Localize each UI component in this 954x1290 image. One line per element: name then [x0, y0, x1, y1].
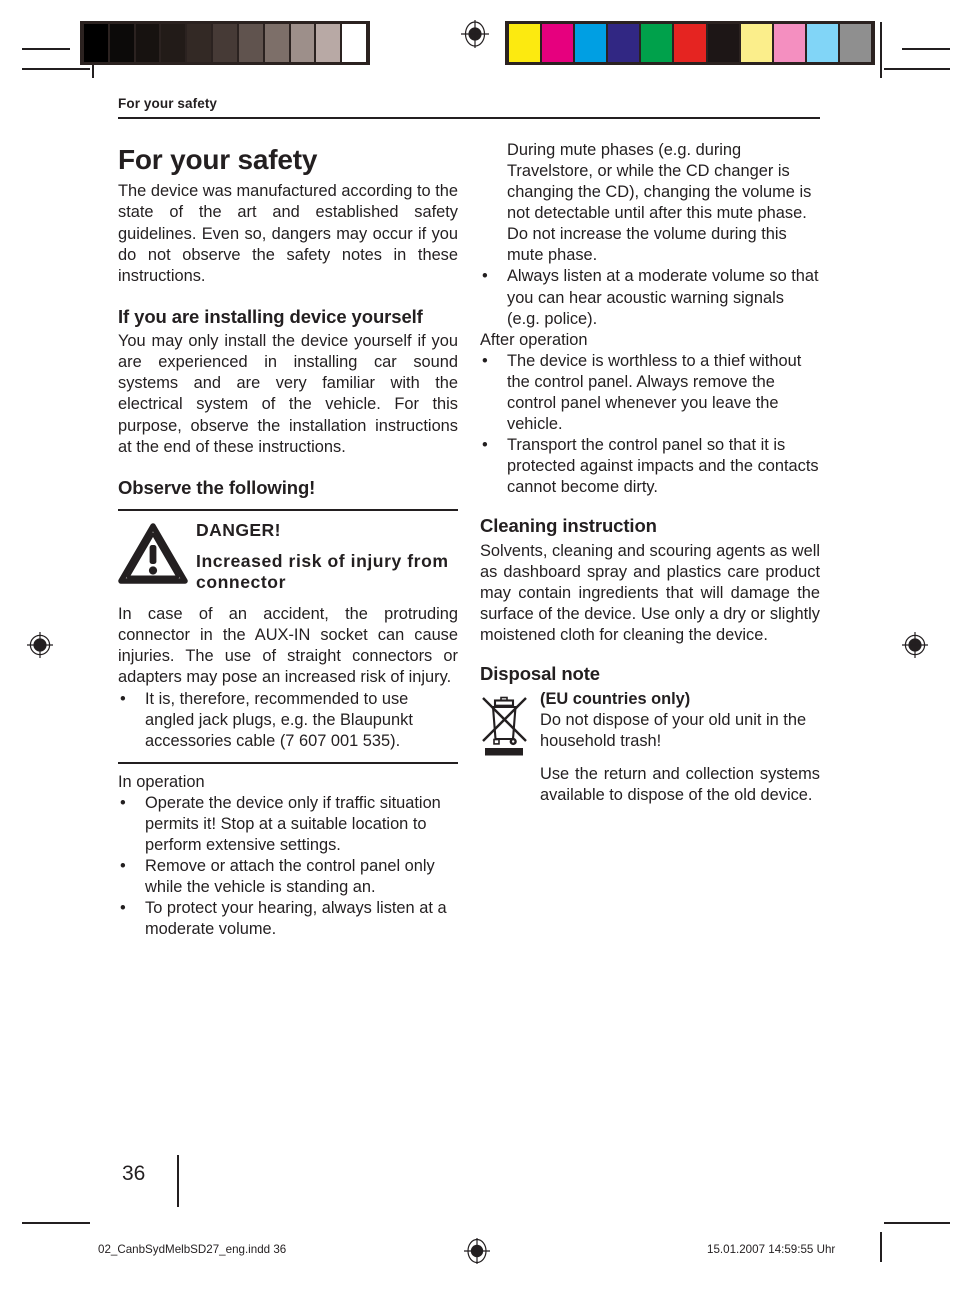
running-head-rule	[118, 117, 820, 119]
bullet-dot: •	[120, 899, 126, 918]
left-column: For your safety The device was manufactu…	[118, 138, 458, 940]
disposal-note-box: (EU countries only) Do not dispose of yo…	[480, 689, 820, 806]
list-item-text: Transport the control panel so that it i…	[507, 436, 819, 497]
installing-device-paragraph: You may only install the device yourself…	[118, 332, 458, 456]
heading-observe-following: Observe the following!	[118, 476, 316, 498]
crop-mark-top-left-h	[22, 48, 70, 50]
color-swatch	[773, 24, 805, 62]
crop-mark-top-right-v	[880, 22, 882, 78]
color-swatch	[575, 24, 607, 62]
grayscale-swatch	[238, 24, 263, 62]
color-swatch	[608, 24, 640, 62]
color-swatch	[740, 24, 772, 62]
color-swatch	[674, 24, 706, 62]
grayscale-calibration-bar	[80, 21, 370, 65]
crop-mark-bottom-left-h	[22, 1222, 90, 1224]
list-item: • Remove or attach the control panel onl…	[118, 856, 458, 898]
grayscale-swatch	[213, 24, 237, 62]
page-number-rule	[177, 1155, 180, 1207]
page-title: For your safety	[118, 144, 318, 175]
color-swatch	[707, 24, 739, 62]
list-item: • Always listen at a moderate volume so …	[480, 266, 820, 329]
heading-disposal-note: Disposal note	[480, 663, 600, 685]
list-item: • Transport the control panel so that it…	[480, 435, 820, 498]
bullet-dot: •	[120, 857, 126, 876]
registration-mark-right	[900, 630, 930, 660]
after-operation-bullet-list: • The device is worthless to a thief wit…	[480, 351, 820, 499]
registration-mark-bottom-center	[462, 1236, 492, 1266]
after-operation-label: After operation	[480, 330, 588, 349]
danger-body-paragraph: In case of an accident, the protruding c…	[118, 605, 458, 687]
list-item-text: Remove or attach the control panel only …	[145, 857, 435, 897]
grayscale-swatch	[84, 24, 108, 62]
color-swatch	[542, 24, 574, 62]
in-operation-label: In operation	[118, 772, 205, 791]
intro-paragraph: The device was manufactured according to…	[118, 182, 458, 285]
list-item: • The device is worthless to a thief wit…	[480, 351, 820, 435]
list-item: • To protect your hearing, always listen…	[118, 898, 458, 940]
danger-box-top-rule	[118, 509, 458, 512]
danger-text-block: DANGER! Increased risk of injury from co…	[196, 520, 458, 594]
list-item-text: Operate the device only if traffic situa…	[145, 793, 441, 854]
bullet-dot: •	[482, 436, 488, 455]
color-swatch	[641, 24, 673, 62]
page-number: 36	[122, 1162, 146, 1185]
heading-installing-device: If you are installing device yourself	[118, 305, 423, 327]
list-item-text: The device is worthless to a thief witho…	[507, 351, 802, 434]
danger-label: DANGER!	[196, 520, 281, 541]
crop-mark-top-right-h	[902, 48, 950, 50]
in-operation-bullet-list-left: • Operate the device only if traffic sit…	[118, 793, 458, 941]
footer-filename: 02_CanbSydMelbSD27_eng.indd 36	[98, 1243, 287, 1256]
disposal-text-block: (EU countries only) Do not dispose of yo…	[540, 689, 820, 806]
in-operation-bullet-list-right: During mute phases (e.g. during Travelst…	[480, 140, 820, 330]
crop-mark-top-left-h2	[22, 68, 90, 70]
printed-page: For your safety For your safety The devi…	[0, 0, 954, 1290]
cleaning-instruction-paragraph: Solvents, cleaning and scouring agents a…	[480, 541, 820, 645]
color-swatch	[839, 24, 872, 62]
list-item: • It is, therefore, recommended to use a…	[118, 689, 458, 752]
disposal-line-2: Use the return and collection systems av…	[540, 764, 820, 804]
color-swatch	[509, 24, 541, 62]
danger-box: DANGER! Increased risk of injury from co…	[118, 520, 458, 594]
list-item-text: To protect your hearing, always listen a…	[145, 899, 447, 939]
grayscale-swatch	[290, 24, 315, 62]
crop-mark-bottom-right-h	[884, 1222, 950, 1224]
grayscale-swatch	[316, 24, 341, 62]
footer-rule	[880, 1232, 882, 1262]
color-swatch	[806, 24, 838, 62]
grayscale-swatch	[109, 24, 134, 62]
disposal-line-1: Do not dispose of your old unit in the h…	[540, 710, 807, 750]
grayscale-swatch	[187, 24, 212, 62]
heading-cleaning-instruction: Cleaning instruction	[480, 515, 657, 537]
right-column: During mute phases (e.g. during Travelst…	[480, 138, 820, 806]
danger-bullet-list: • It is, therefore, recommended to use a…	[118, 689, 458, 752]
list-item-continued: During mute phases (e.g. during Travelst…	[480, 140, 820, 266]
grayscale-swatch	[135, 24, 160, 62]
list-item: • Operate the device only if traffic sit…	[118, 793, 458, 856]
warning-triangle-icon	[118, 520, 196, 590]
danger-box-bottom-rule	[118, 761, 458, 764]
bullet-dot: •	[120, 689, 126, 708]
grayscale-swatch	[161, 24, 186, 62]
two-column-body: For your safety The device was manufactu…	[118, 138, 820, 1138]
list-item-text: Always listen at a moderate volume so th…	[507, 267, 819, 328]
bullet-dot: •	[482, 267, 488, 286]
footer-timestamp: 15.01.2007 14:59:55 Uhr	[707, 1243, 836, 1256]
disposal-eu-label: (EU countries only)	[540, 689, 691, 708]
crop-mark-top-right-h2	[884, 68, 950, 70]
danger-subject: Increased risk of injury from connector	[196, 550, 449, 593]
registration-mark-left	[25, 630, 55, 660]
bullet-dot: •	[482, 351, 488, 370]
list-item-text: It is, therefore, recommended to use ang…	[145, 689, 413, 750]
bullet-dot: •	[120, 793, 126, 812]
list-item-text: During mute phases (e.g. during Travelst…	[507, 141, 812, 265]
grayscale-swatch	[264, 24, 289, 62]
running-head: For your safety	[118, 96, 218, 111]
color-calibration-bar	[505, 21, 875, 65]
crossed-out-wheelie-bin-icon	[480, 689, 540, 762]
registration-mark-top-center	[460, 19, 490, 49]
grayscale-swatch	[342, 24, 366, 62]
running-head-area: For your safety	[118, 96, 820, 119]
